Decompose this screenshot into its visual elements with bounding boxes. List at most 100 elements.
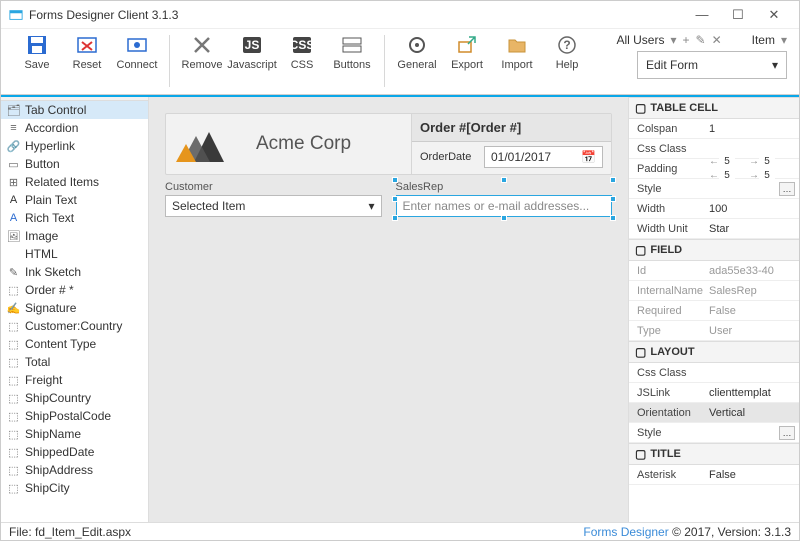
svg-text:JS: JS	[245, 38, 260, 52]
order-cell: Order #[Order #] OrderDate 01/01/2017 📅	[411, 114, 611, 174]
collapse-icon: ▢	[635, 345, 646, 359]
prop-row[interactable]: RequiredFalse	[629, 301, 799, 321]
toolbox-item[interactable]: ⬚Customer:Country	[1, 317, 148, 335]
design-canvas[interactable]: Acme Corp Order #[Order #] OrderDate 01/…	[149, 97, 629, 522]
export-button[interactable]: Export	[445, 33, 489, 71]
form-card: Acme Corp Order #[Order #] OrderDate 01/…	[165, 113, 612, 175]
prop-row[interactable]: Idada55e33-40	[629, 261, 799, 281]
link-icon: 🔗	[7, 140, 20, 153]
prop-row[interactable]: Width100	[629, 199, 799, 219]
customer-label: Customer	[165, 181, 382, 193]
buttons-button[interactable]: Buttons	[330, 33, 374, 71]
prop-row[interactable]: Style…	[629, 423, 799, 443]
logo-cell: Acme Corp	[166, 114, 411, 174]
css-button[interactable]: CSSCSS	[280, 33, 324, 71]
title-bar: Forms Designer Client 3.1.3 — ☐ ✕	[1, 1, 799, 29]
prop-group-header[interactable]: ▢FIELD	[629, 239, 799, 261]
import-icon	[505, 33, 529, 57]
collapse-icon: ▢	[635, 243, 646, 257]
toolbox-item[interactable]: APlain Text	[1, 191, 148, 209]
toolbox-item[interactable]: 🖼Image	[1, 227, 148, 245]
prop-row[interactable]: Width UnitStar	[629, 219, 799, 239]
add-icon[interactable]: +	[682, 33, 689, 47]
style-edit-button[interactable]: …	[779, 426, 795, 440]
connect-button[interactable]: Connect	[115, 33, 159, 71]
toolbox-item[interactable]: HTML	[1, 245, 148, 263]
save-icon	[25, 33, 49, 57]
toolbox-item[interactable]: ⬚ShipPostalCode	[1, 407, 148, 425]
customer-combo[interactable]: Selected Item ▾	[165, 195, 382, 217]
toolbox-item[interactable]: ⬚ShipCity	[1, 479, 148, 497]
item-dropdown-icon[interactable]: ▾	[781, 33, 787, 47]
orderdate-input[interactable]: 01/01/2017 📅	[484, 146, 603, 168]
style-edit-button[interactable]: …	[779, 182, 795, 196]
prop-row[interactable]: AsteriskFalse	[629, 465, 799, 485]
minimize-button[interactable]: —	[685, 4, 719, 26]
prop-row[interactable]: JSLinkclienttemplat	[629, 383, 799, 403]
toolbox-item[interactable]: ⬚Total	[1, 353, 148, 371]
maximize-button[interactable]: ☐	[721, 4, 755, 26]
toolbox-item[interactable]: ✎Ink Sketch	[1, 263, 148, 281]
prop-group-header[interactable]: ▢LAYOUT	[629, 341, 799, 363]
fld-icon: ⬚	[7, 284, 20, 297]
prop-row[interactable]: OrientationVertical	[629, 403, 799, 423]
fld-icon: ⬚	[7, 428, 20, 441]
reset-button[interactable]: Reset	[65, 33, 109, 71]
toolbox-item[interactable]: ✍Signature	[1, 299, 148, 317]
general-button[interactable]: General	[395, 33, 439, 71]
form-type-select[interactable]: Edit Form ▾	[637, 51, 787, 79]
prop-row[interactable]: Css Class	[629, 363, 799, 383]
fld-icon: ⬚	[7, 446, 20, 459]
toolbox-item[interactable]: ⬚Order # *	[1, 281, 148, 299]
users-label: All Users	[616, 33, 664, 47]
chevron-down-icon: ▾	[368, 199, 374, 213]
toolbox-item[interactable]: ≡Accordion	[1, 119, 148, 137]
toolbox-item[interactable]: ⊞Related Items	[1, 173, 148, 191]
toolbox-item[interactable]: ⬚ShipCountry	[1, 389, 148, 407]
orderdate-label: OrderDate	[420, 151, 478, 163]
prop-row[interactable]: TypeUser	[629, 321, 799, 341]
toolbox-item[interactable]: 🗂Tab Control	[1, 101, 148, 119]
svg-text:CSS: CSS	[291, 38, 313, 52]
prop-row[interactable]: Padding←→←→	[629, 159, 799, 179]
toolbox-item[interactable]: 🔗Hyperlink	[1, 137, 148, 155]
salesrep-field-selected[interactable]: SalesRep Enter names or e-mail addresses…	[396, 181, 613, 217]
toolbox-item[interactable]: ⬚Content Type	[1, 335, 148, 353]
footer-copyright: © 2017, Version: 3.1.3	[672, 525, 791, 539]
remove-button[interactable]: Remove	[180, 33, 224, 71]
edit-icon[interactable]: ✎	[696, 33, 706, 47]
calendar-icon[interactable]: 📅	[581, 150, 596, 164]
prop-row[interactable]: Colspan1	[629, 119, 799, 139]
prop-group-header[interactable]: ▢TABLE CELL	[629, 97, 799, 119]
toolbox-item[interactable]: ▭Button	[1, 155, 148, 173]
delete-icon[interactable]: ✕	[712, 33, 722, 47]
txt-icon: A	[7, 194, 20, 207]
properties-panel: ▢TABLE CELLColspan1Css ClassPadding←→←→S…	[629, 97, 799, 522]
prop-row[interactable]: InternalNameSalesRep	[629, 281, 799, 301]
save-button[interactable]: Save	[15, 33, 59, 71]
salesrep-input[interactable]: Enter names or e-mail addresses...	[396, 195, 613, 217]
connect-icon	[125, 33, 149, 57]
javascript-button[interactable]: JSJavascript	[230, 33, 274, 71]
rel-icon: ⊞	[7, 176, 20, 189]
ink-icon: ✎	[7, 266, 20, 279]
export-icon	[455, 33, 479, 57]
import-button[interactable]: Import	[495, 33, 539, 71]
fld-icon: ⬚	[7, 356, 20, 369]
footer-link[interactable]: Forms Designer	[583, 525, 668, 539]
toolbox-item[interactable]: ⬚ShipAddress	[1, 461, 148, 479]
help-button[interactable]: ?Help	[545, 33, 589, 71]
btn-icon: ▭	[7, 158, 20, 171]
toolbox-item[interactable]: ARich Text	[1, 209, 148, 227]
customer-value: Selected Item	[172, 199, 245, 213]
toolbox-item[interactable]: ⬚ShippedDate	[1, 443, 148, 461]
prop-group-header[interactable]: ▢TITLE	[629, 443, 799, 465]
prop-row[interactable]: Style…	[629, 179, 799, 199]
toolbox-item[interactable]: ⬚Freight	[1, 371, 148, 389]
toolbox-item[interactable]: ⬚ShipName	[1, 425, 148, 443]
dropdown-icon[interactable]: ▾	[670, 33, 676, 47]
close-button[interactable]: ✕	[757, 4, 791, 26]
company-name: Acme Corp	[256, 133, 351, 155]
fld-icon: ⬚	[7, 338, 20, 351]
html-icon	[7, 248, 20, 261]
